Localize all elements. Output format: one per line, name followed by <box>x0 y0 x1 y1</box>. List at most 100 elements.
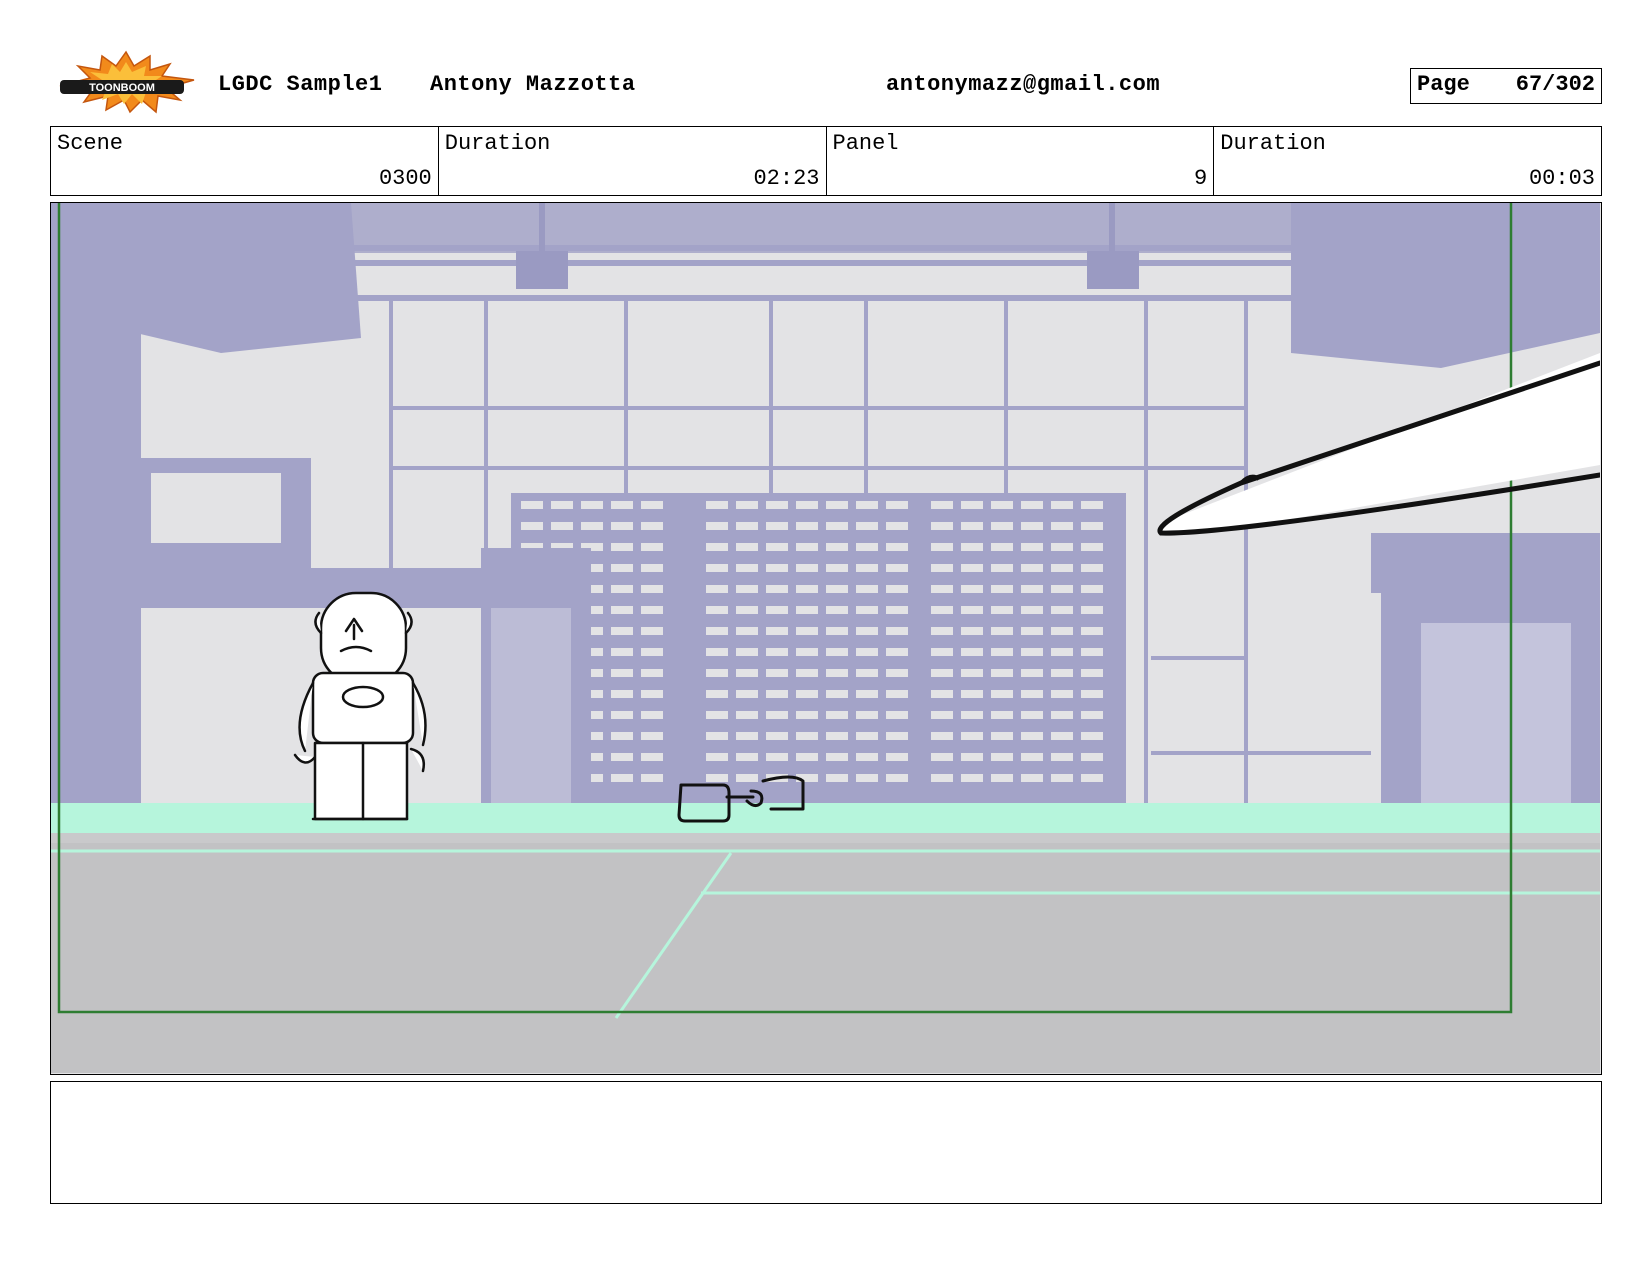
shelf-slot <box>611 627 633 635</box>
shelf-slot <box>706 501 728 509</box>
shelf-slot <box>991 501 1013 509</box>
shelf-slot <box>641 648 663 656</box>
shelf-slot <box>706 648 728 656</box>
panel-duration-cell: Duration 00:03 <box>1214 127 1601 195</box>
shelf-slot <box>856 669 878 677</box>
shelf-slot <box>736 564 758 572</box>
shelf-slot <box>1051 627 1073 635</box>
shelf-slot <box>826 732 848 740</box>
shelf-slot <box>766 585 788 593</box>
shelf-slot <box>1021 543 1043 551</box>
shelf-slot <box>961 627 983 635</box>
scene-duration-label: Duration <box>444 131 551 156</box>
shelf-slot <box>931 564 953 572</box>
shelf-slot <box>551 501 573 509</box>
shelf-slot <box>991 690 1013 698</box>
shelf-slot <box>991 711 1013 719</box>
shelf-slot <box>736 669 758 677</box>
shelf-slot <box>641 585 663 593</box>
shelf-slot <box>826 501 848 509</box>
shelf-slot <box>856 606 878 614</box>
shelf-slot <box>706 606 728 614</box>
shelf-slot <box>991 522 1013 530</box>
shelf-slot <box>641 753 663 761</box>
shelf-slot <box>766 711 788 719</box>
shelf-slot <box>961 543 983 551</box>
shelf-slot <box>581 501 603 509</box>
shelf-slot <box>706 627 728 635</box>
shelf-slot <box>826 669 848 677</box>
shelf-slot <box>706 753 728 761</box>
shelf-slot <box>1051 732 1073 740</box>
panel-cell: Panel 9 <box>827 127 1215 195</box>
shelf-slot <box>826 585 848 593</box>
shelf-slot <box>886 501 908 509</box>
shelf-slot <box>1021 732 1043 740</box>
shelf-slot <box>856 732 878 740</box>
shelf-slot <box>931 627 953 635</box>
panel-duration-value: 00:03 <box>1528 166 1595 191</box>
shelf-slot <box>886 627 908 635</box>
shelf-slot <box>796 627 818 635</box>
shelf-slot <box>931 774 953 782</box>
shelf-slot <box>1081 774 1103 782</box>
shelf-slot <box>931 648 953 656</box>
shelf-slot <box>1021 711 1043 719</box>
shelf-slot <box>886 753 908 761</box>
shelf-slot <box>766 690 788 698</box>
shelf-slot <box>611 564 633 572</box>
shelf-slot <box>1081 585 1103 593</box>
shelf-slot <box>641 522 663 530</box>
shelf-slot <box>826 648 848 656</box>
shelf-slot <box>961 690 983 698</box>
shelf-slot <box>796 501 818 509</box>
author-name: Antony Mazzotta <box>430 72 636 97</box>
shelf-slot <box>991 774 1013 782</box>
shelf-slot <box>641 732 663 740</box>
shelf-slot <box>736 732 758 740</box>
shelf-slot <box>706 690 728 698</box>
shelf-slot <box>766 669 788 677</box>
shelf-slot <box>1081 606 1103 614</box>
shelf-slot <box>1051 711 1073 719</box>
shelf-slot <box>826 711 848 719</box>
shelf-slot <box>961 564 983 572</box>
shelf-slot <box>1051 564 1073 572</box>
page-label: Page <box>1417 72 1470 97</box>
shelf-slot <box>1051 774 1073 782</box>
shelf-slot <box>706 543 728 551</box>
shelf-slot <box>611 585 633 593</box>
shelf-slot <box>1021 606 1043 614</box>
shelf-slot <box>611 606 633 614</box>
shelf-slot <box>1051 522 1073 530</box>
shelf-slot <box>736 522 758 530</box>
shelf-slot <box>641 669 663 677</box>
shelf-slot <box>1021 585 1043 593</box>
shelf-slot <box>611 753 633 761</box>
shelf-slot <box>931 711 953 719</box>
shelf-slot <box>611 774 633 782</box>
shelf-slot <box>611 648 633 656</box>
shelf-slot <box>1081 732 1103 740</box>
shelf-slot <box>521 501 543 509</box>
shelf-slot <box>581 522 603 530</box>
shelf-slot <box>611 732 633 740</box>
shelf-slot <box>1081 627 1103 635</box>
shelf-slot <box>1051 753 1073 761</box>
shelf-slot <box>736 543 758 551</box>
shelf-slot <box>826 564 848 572</box>
scene-number: 0300 <box>378 166 432 191</box>
shelf-slot <box>706 564 728 572</box>
shelf-slot <box>856 648 878 656</box>
author-email: antonymazz@gmail.com <box>886 72 1161 97</box>
shelf-slot <box>766 564 788 572</box>
shelf-slot <box>826 753 848 761</box>
shelf-slot <box>796 543 818 551</box>
scene-cell: Scene 0300 <box>51 127 439 195</box>
shelf-slot <box>796 669 818 677</box>
shelf-slot <box>1081 690 1103 698</box>
shelf-slot <box>826 774 848 782</box>
shelf-slot <box>611 501 633 509</box>
shelf-slot <box>886 522 908 530</box>
shelf-slot <box>641 543 663 551</box>
